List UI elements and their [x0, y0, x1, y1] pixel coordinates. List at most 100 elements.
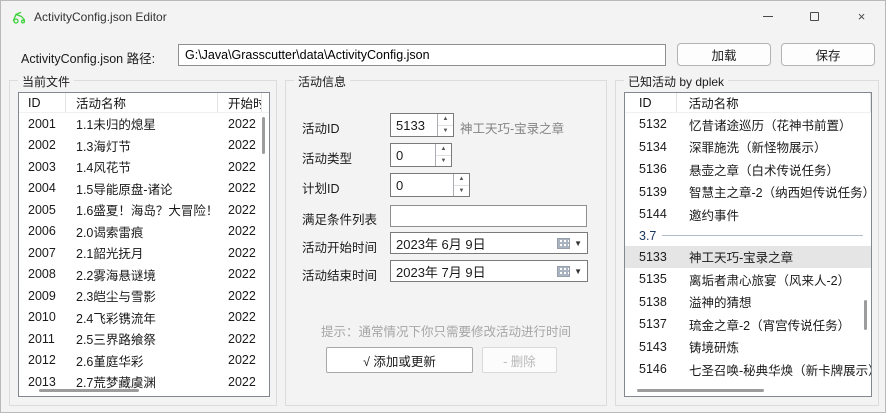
table-row[interactable]: 2003 1.4风花节 2022	[19, 156, 269, 178]
row-name: 悬壶之章（白术传说任务）	[677, 160, 871, 179]
row-id: 2007	[19, 246, 66, 260]
table-row[interactable]: 5135 离垢者肃心旅宴（风来人-2）	[625, 268, 871, 291]
window-title: ActivityConfig.json Editor	[34, 10, 167, 24]
table-row[interactable]: 2006 2.0谒索雷痕 2022	[19, 221, 269, 243]
activity-id-value: 5133	[391, 114, 437, 136]
dropdown-arrow-icon[interactable]: ▼	[574, 267, 582, 276]
path-label: ActivityConfig.json 路径:	[21, 48, 155, 67]
row-id: 5134	[625, 140, 677, 154]
add-or-update-button[interactable]: √ 添加或更新	[326, 347, 473, 373]
row-start: 2022	[218, 181, 262, 195]
row-start: 2022	[218, 246, 262, 260]
table-row[interactable]: 2012 2.6堇庭华彩 2022	[19, 350, 269, 372]
row-id: 5133	[625, 250, 677, 264]
table-row[interactable]: 5137 琉金之章-2（宵宫传说任务）	[625, 313, 871, 336]
spin-down-icon[interactable]: ▼	[436, 156, 451, 167]
table-row[interactable]: 5139 智慧主之章-2（纳西妲传说任务）	[625, 181, 871, 204]
column-header-name[interactable]: 活动名称	[66, 93, 218, 112]
row-name: 琉金之章-2（宵宫传说任务）	[677, 315, 871, 334]
known-activities-group: 已知活动 by dplek ID 活动名称 5132 忆昔诸途巡历（花神书前置）…	[615, 80, 879, 406]
spin-up-icon[interactable]: ▲	[436, 144, 451, 156]
row-id: 5143	[625, 340, 677, 354]
table-row[interactable]: 2009 2.3皑尘与雪影 2022	[19, 285, 269, 307]
column-header-start[interactable]: 开始时间	[218, 93, 262, 112]
row-name: 溢神的猜想	[677, 292, 871, 311]
known-activities-table: ID 活动名称 5132 忆昔诸途巡历（花神书前置） 5134 深罪施洗（新怪物…	[624, 92, 872, 397]
grasscutter-logo-icon	[11, 9, 27, 25]
minimize-button[interactable]	[744, 1, 791, 32]
activity-id-spinner[interactable]: 5133 ▲ ▼	[390, 113, 454, 137]
row-id: 2013	[19, 375, 66, 389]
table-row[interactable]: 2004 1.5导能原盘-诸论 2022	[19, 178, 269, 200]
load-button[interactable]: 加载	[677, 43, 771, 66]
table-row[interactable]: 2008 2.2雾海悬谜境 2022	[19, 264, 269, 286]
row-start: 2022	[218, 267, 262, 281]
row-start: 2022	[218, 353, 262, 367]
row-name: 1.5导能原盘-诸论	[66, 179, 218, 198]
hint-text: 提示：通常情况下你只需要修改活动进行时间	[286, 321, 606, 340]
row-id: 5139	[625, 185, 677, 199]
current-file-rows: 2001 1.1未归的熄星 2022 2002 1.3海灯节 2022 2003…	[19, 113, 269, 393]
activity-type-spinner[interactable]: 0 ▲ ▼	[390, 143, 452, 167]
row-name: 1.3海灯节	[66, 136, 218, 155]
activity-info-group-title: 活动信息	[294, 73, 350, 90]
table-row[interactable]: 5133 神工天巧-宝录之章	[625, 246, 871, 269]
current-file-group: 当前文件 ID 活动名称 开始时间 2001 1.1未归的熄星 2022 200…	[9, 80, 277, 406]
row-name: 七圣召唤-秘典华焕（新卡牌展示）	[677, 360, 871, 379]
horizontal-scrollbar[interactable]	[637, 389, 764, 392]
row-name: 忆昔诸途巡历（花神书前置）	[677, 115, 871, 134]
save-button[interactable]: 保存	[781, 43, 875, 66]
table-row[interactable]: 5146 七圣召唤-秘典华焕（新卡牌展示）	[625, 358, 871, 381]
calendar-icon	[557, 238, 570, 249]
close-button[interactable]: ×	[838, 1, 885, 32]
spin-up-icon[interactable]: ▲	[438, 114, 453, 126]
table-row[interactable]: 2001 1.1未归的熄星 2022	[19, 113, 269, 135]
table-row[interactable]: 5134 深罪施洗（新怪物展示）	[625, 136, 871, 159]
table-row[interactable]: 5136 悬壶之章（白术传说任务）	[625, 158, 871, 181]
title-bar: ActivityConfig.json Editor ×	[1, 1, 885, 33]
condition-list-input[interactable]	[390, 205, 587, 227]
table-row[interactable]: 5143 铸境研炼	[625, 336, 871, 359]
spin-down-icon[interactable]: ▼	[454, 186, 469, 197]
row-name: 邀约事件	[677, 205, 871, 224]
row-id: 5136	[625, 162, 677, 176]
table-row[interactable]: 5144 邀约事件	[625, 203, 871, 226]
row-start: 2022	[218, 224, 262, 238]
plan-id-spinner[interactable]: 0 ▲ ▼	[390, 173, 470, 197]
row-name: 2.5三界路飨祭	[66, 329, 218, 348]
table-row[interactable]: 3.7	[625, 226, 871, 246]
vertical-scrollbar[interactable]	[262, 117, 265, 154]
dropdown-arrow-icon[interactable]: ▼	[574, 239, 582, 248]
maximize-button[interactable]	[791, 1, 838, 32]
column-header-id[interactable]: ID	[19, 93, 66, 112]
start-time-label: 活动开始时间	[302, 237, 377, 256]
table-row[interactable]: 2010 2.4飞彩镌流年 2022	[19, 307, 269, 329]
table-row[interactable]: 2007 2.1韶光抚月 2022	[19, 242, 269, 264]
row-name: 2.1韶光抚月	[66, 243, 218, 262]
vertical-scrollbar[interactable]	[864, 300, 867, 330]
end-time-datepicker[interactable]: 2023年 7月 9日 ▼	[390, 260, 588, 282]
row-id: 5138	[625, 295, 677, 309]
spin-up-icon[interactable]: ▲	[454, 174, 469, 186]
column-header-name[interactable]: 活动名称	[677, 93, 871, 112]
table-row[interactable]: 2002 1.3海灯节 2022	[19, 135, 269, 157]
row-name: 铸境研炼	[677, 337, 871, 356]
row-name: 2.3皑尘与雪影	[66, 286, 218, 305]
current-file-table: ID 活动名称 开始时间 2001 1.1未归的熄星 2022 2002 1.3…	[18, 92, 270, 397]
path-input[interactable]	[178, 44, 666, 66]
table-row[interactable]: 5132 忆昔诸途巡历（花神书前置）	[625, 113, 871, 136]
row-name: 2.6堇庭华彩	[66, 351, 218, 370]
activity-info-group: 活动信息 活动ID 5133 ▲ ▼ 神工天巧-宝录之章 活动类型 0 ▲ ▼ …	[285, 80, 607, 406]
table-row[interactable]: 2011 2.5三界路飨祭 2022	[19, 328, 269, 350]
row-id: 2001	[19, 117, 66, 131]
column-header-id[interactable]: ID	[625, 93, 677, 112]
table-row[interactable]: 2005 1.6盛夏！海岛？大冒险！ 2022	[19, 199, 269, 221]
version-separator-label: 3.7	[639, 229, 656, 243]
current-file-table-header: ID 活动名称 开始时间	[19, 93, 269, 113]
row-name: 2.0谒索雷痕	[66, 222, 218, 241]
table-row[interactable]: 5138 溢神的猜想	[625, 291, 871, 314]
horizontal-scrollbar[interactable]	[39, 389, 139, 392]
start-time-datepicker[interactable]: 2023年 6月 9日 ▼	[390, 232, 588, 254]
spin-down-icon[interactable]: ▼	[438, 126, 453, 137]
row-name: 2.4飞彩镌流年	[66, 308, 218, 327]
